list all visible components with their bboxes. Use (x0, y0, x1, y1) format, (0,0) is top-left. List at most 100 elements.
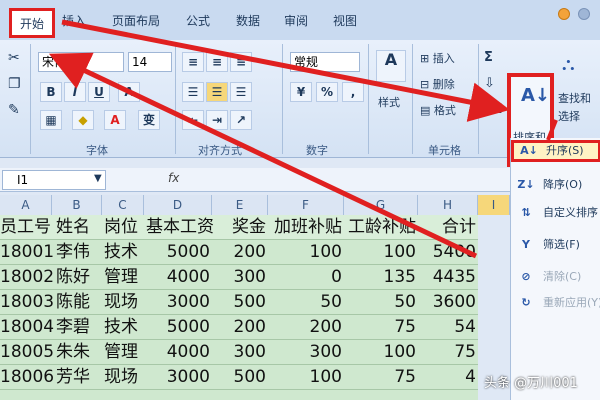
table-cell[interactable]: 陈好 (56, 265, 100, 290)
insert-button[interactable]: ⊞ 插入 (420, 50, 455, 66)
table-cell[interactable]: 300 (214, 340, 266, 365)
menu-item-custom-sort[interactable]: ⇅ 自定义排序 (511, 202, 600, 224)
comma-icon[interactable]: , (342, 82, 364, 102)
table-cell[interactable]: 3000 (146, 365, 210, 390)
tab-data[interactable]: 数据 (236, 12, 260, 29)
table-cell[interactable]: 4435 (420, 265, 476, 290)
header-cell[interactable]: 员工号 (0, 215, 51, 240)
align-top-icon[interactable]: ≡ (182, 52, 204, 72)
table-cell[interactable]: 50 (270, 290, 342, 315)
table-cell[interactable]: 100 (346, 240, 416, 265)
copy-icon[interactable]: ❐ (8, 76, 21, 92)
underline-button[interactable]: U (88, 82, 110, 102)
menu-item-filter[interactable]: Y 筛选(F) (511, 234, 600, 256)
header-cell[interactable]: 姓名 (56, 215, 100, 240)
delete-button[interactable]: ⊟ 删除 (420, 76, 455, 92)
table-cell[interactable]: 陈能 (56, 290, 100, 315)
table-cell[interactable]: 54 (420, 315, 476, 340)
table-cell[interactable]: 现场 (104, 365, 144, 390)
align-right-icon[interactable]: ☰ (230, 82, 252, 102)
percent-icon[interactable]: % (316, 82, 338, 102)
table-cell[interactable]: 75 (346, 315, 416, 340)
column-header-a[interactable]: A (0, 195, 52, 215)
find-select-label-2[interactable]: 选择 (558, 108, 580, 124)
menu-item-sort-descending[interactable]: Z↓ 降序(O) (511, 174, 600, 196)
currency-icon[interactable]: ¥ (290, 82, 312, 102)
menu-item-reapply[interactable]: ↻ 重新应用(Y) (511, 292, 600, 314)
find-select-label-1[interactable]: 查找和 (558, 90, 591, 106)
table-cell[interactable]: 300 (214, 265, 266, 290)
tab-view[interactable]: 视图 (333, 12, 357, 29)
grow-font-button[interactable]: A (118, 82, 140, 102)
menu-item-sort-ascending[interactable]: A↓ 升序(S) (511, 140, 600, 162)
format-button[interactable]: ▤ 格式 (420, 102, 456, 118)
binoculars-icon[interactable]: ⛬ (562, 54, 575, 75)
cut-icon[interactable]: ✂ (8, 50, 20, 66)
styles-label[interactable]: 样式 (378, 94, 400, 110)
table-cell[interactable]: 18005 (0, 340, 54, 365)
table-cell[interactable]: 朱朱 (56, 340, 100, 365)
column-header-e[interactable]: E (212, 195, 268, 215)
table-cell[interactable]: 100 (346, 340, 416, 365)
table-cell[interactable]: 100 (270, 240, 342, 265)
table-cell[interactable]: 50 (346, 290, 416, 315)
italic-button[interactable]: I (64, 82, 86, 102)
increase-indent-icon[interactable]: ⇥ (206, 110, 228, 130)
table-cell[interactable]: 18004 (0, 315, 54, 340)
header-cell[interactable]: 岗位 (104, 215, 144, 240)
table-cell[interactable]: 200 (214, 240, 266, 265)
column-header-f[interactable]: F (268, 195, 344, 215)
table-cell[interactable]: 300 (270, 340, 342, 365)
align-left-icon[interactable]: ☰ (182, 82, 204, 102)
table-cell[interactable]: 5000 (146, 240, 210, 265)
table-cell[interactable]: 李碧 (56, 315, 100, 340)
table-cell[interactable]: 4000 (146, 265, 210, 290)
font-size-select[interactable]: 14 (128, 52, 172, 72)
table-cell[interactable]: 管理 (104, 340, 144, 365)
table-cell[interactable]: 100 (270, 365, 342, 390)
table-cell[interactable]: 技术 (104, 240, 144, 265)
table-cell[interactable]: 18003 (0, 290, 54, 315)
align-center-icon[interactable]: ☰ (206, 82, 228, 102)
styles-icon[interactable]: A (376, 50, 406, 82)
table-cell[interactable]: 75 (346, 365, 416, 390)
tab-formulas[interactable]: 公式 (186, 12, 210, 29)
fill-color-icon[interactable]: ◆ (72, 110, 94, 130)
column-header-i[interactable]: I (478, 195, 510, 215)
table-cell[interactable]: 管理 (104, 265, 144, 290)
phonetic-button[interactable]: 变 (138, 110, 160, 130)
table-cell[interactable]: 200 (214, 315, 266, 340)
number-format-select[interactable]: 常规 (290, 52, 360, 72)
bold-button[interactable]: B (40, 82, 62, 102)
header-cell[interactable]: 基本工资 (146, 215, 214, 240)
header-cell[interactable]: 工龄补贴 (346, 215, 416, 240)
fill-icon[interactable]: ⇩ (484, 76, 495, 91)
font-name-select[interactable]: 宋体 (38, 52, 124, 72)
clear-icon[interactable]: ⌫ (484, 102, 502, 117)
column-header-g[interactable]: G (344, 195, 418, 215)
table-cell[interactable]: 200 (270, 315, 342, 340)
table-cell[interactable]: 500 (214, 290, 266, 315)
table-cell[interactable]: 芳华 (56, 365, 100, 390)
autosum-icon[interactable]: Σ (484, 50, 493, 65)
header-cell[interactable]: 加班补贴 (270, 215, 342, 240)
orientation-icon[interactable]: ↗ (230, 110, 252, 130)
table-cell[interactable]: 75 (420, 340, 476, 365)
table-cell[interactable]: 135 (346, 265, 416, 290)
table-cell[interactable]: 技术 (104, 315, 144, 340)
ribbon-min-icon[interactable] (578, 8, 590, 20)
chevron-down-icon[interactable]: ▼ (94, 173, 102, 184)
menu-item-clear[interactable]: ⊘ 清除(C) (511, 266, 600, 288)
font-color-button[interactable]: A (104, 110, 126, 130)
border-button[interactable]: ▦ (40, 110, 62, 130)
tab-page-layout[interactable]: 页面布局 (112, 12, 160, 29)
help-icon[interactable] (558, 8, 570, 20)
table-cell[interactable]: 18002 (0, 265, 54, 290)
table-cell[interactable]: 4000 (146, 340, 210, 365)
column-header-c[interactable]: C (102, 195, 144, 215)
format-painter-icon[interactable]: ✎ (8, 102, 20, 118)
header-cell[interactable]: 合计 (420, 215, 476, 240)
table-cell[interactable]: 18001 (0, 240, 54, 265)
table-cell[interactable]: 3000 (146, 290, 210, 315)
table-cell[interactable]: 0 (270, 265, 342, 290)
